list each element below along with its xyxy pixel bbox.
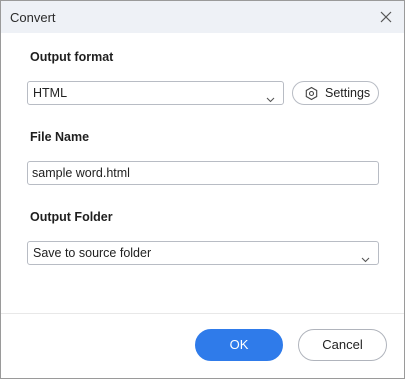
file-name-label: File Name <box>30 130 90 144</box>
output-folder-label: Output Folder <box>30 210 113 224</box>
output-format-select[interactable]: HTML <box>27 81 284 105</box>
output-folder-select[interactable]: Save to source folder <box>27 241 379 265</box>
gear-icon <box>304 86 319 101</box>
output-folder-value: Save to source folder <box>33 246 152 260</box>
chevron-down-icon <box>266 90 275 103</box>
file-name-input[interactable] <box>27 161 379 185</box>
title-bar: Convert <box>1 1 404 33</box>
close-icon[interactable] <box>378 9 394 25</box>
chevron-down-icon <box>361 250 370 263</box>
cancel-button[interactable]: Cancel <box>298 329 387 361</box>
convert-dialog: Convert Output format HTML Settings File… <box>0 0 405 379</box>
output-format-value: HTML <box>33 86 68 100</box>
output-format-label: Output format <box>30 50 114 64</box>
window-title: Convert <box>10 10 56 25</box>
ok-button[interactable]: OK <box>195 329 283 361</box>
settings-button[interactable]: Settings <box>292 81 379 105</box>
footer-divider <box>1 313 404 314</box>
settings-button-label: Settings <box>325 86 371 100</box>
